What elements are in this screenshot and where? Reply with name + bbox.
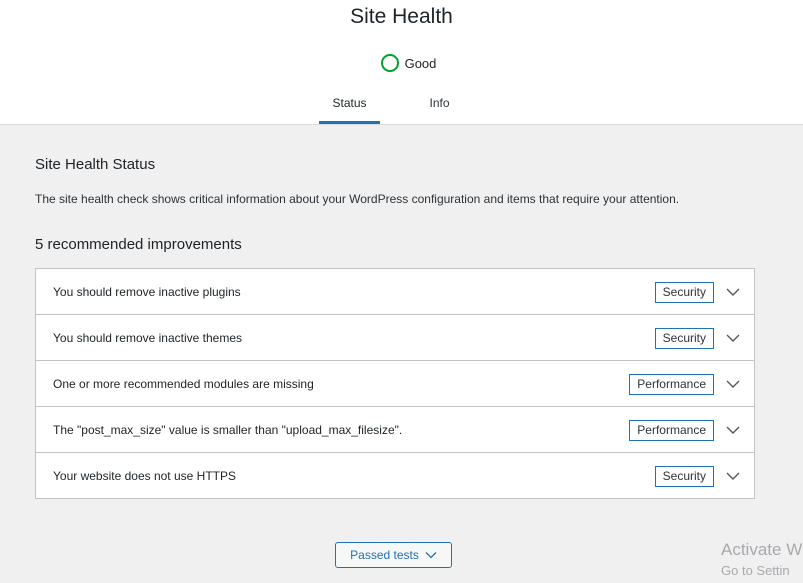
section-title: Site Health Status	[35, 156, 156, 173]
tab-status[interactable]: Status	[319, 95, 380, 124]
chevron-down-icon[interactable]	[726, 469, 740, 483]
chevron-down-icon[interactable]	[726, 423, 740, 437]
activation-watermark: Activate W Go to Settin	[721, 539, 802, 581]
issues-list: You should remove inactive plugins Secur…	[35, 268, 755, 499]
issue-row-inactive-themes[interactable]: You should remove inactive themes Securi…	[36, 315, 754, 361]
health-status-label: Good	[404, 55, 437, 71]
issue-label: You should remove inactive themes	[53, 331, 242, 345]
tab-info-label: Info	[429, 96, 450, 110]
issue-label: Your website does not use HTTPS	[53, 469, 236, 483]
passed-tests-label: Passed tests	[350, 548, 419, 562]
passed-tests-button[interactable]: Passed tests	[335, 542, 452, 568]
issue-badge: Security	[654, 282, 714, 303]
issue-row-inactive-plugins[interactable]: You should remove inactive plugins Secur…	[36, 269, 754, 315]
section-description: The site health check shows critical inf…	[35, 192, 680, 206]
tab-info[interactable]: Info	[409, 95, 470, 123]
status-good-icon	[380, 54, 399, 72]
watermark-line2: Go to Settin	[721, 563, 790, 578]
page-header: Site Health Good Status Info	[0, 0, 803, 125]
issue-label: One or more recommended modules are miss…	[53, 377, 314, 391]
chevron-down-icon[interactable]	[726, 331, 740, 345]
issue-row-post-max-size[interactable]: The "post_max_size" value is smaller tha…	[36, 407, 754, 453]
issue-badge: Performance	[629, 374, 714, 395]
issue-badge: Performance	[629, 420, 714, 441]
watermark-line1: Activate W	[721, 540, 803, 559]
chevron-down-icon	[425, 552, 437, 559]
issue-badge: Security	[654, 328, 714, 349]
issues-count-heading: 5 recommended improvements	[35, 236, 242, 253]
page-title: Site Health	[350, 5, 453, 28]
tab-status-label: Status	[332, 96, 367, 110]
issue-row-missing-modules[interactable]: One or more recommended modules are miss…	[36, 361, 754, 407]
health-status: Good	[0, 54, 803, 72]
issue-badge: Security	[654, 466, 714, 487]
issue-label: You should remove inactive plugins	[53, 285, 241, 299]
issue-label: The "post_max_size" value is smaller tha…	[53, 423, 403, 437]
chevron-down-icon[interactable]	[726, 377, 740, 391]
issue-row-https[interactable]: Your website does not use HTTPS Security	[36, 453, 754, 498]
chevron-down-icon[interactable]	[726, 285, 740, 299]
